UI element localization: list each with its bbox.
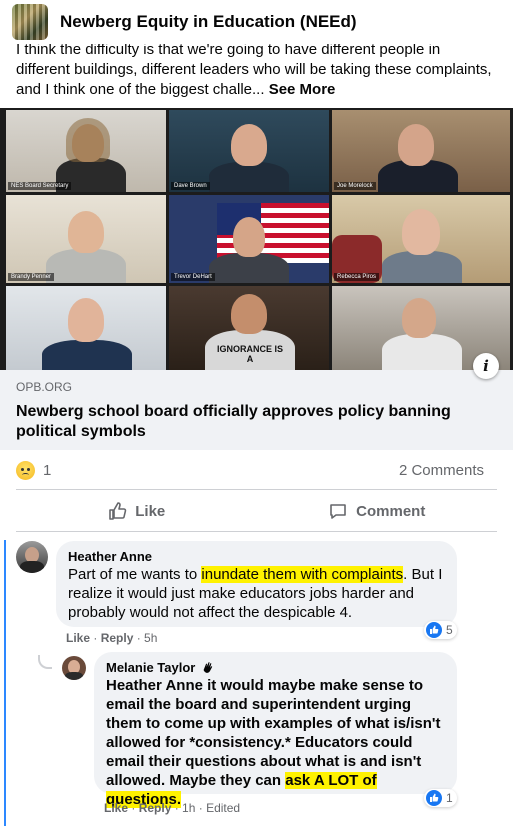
like-icon [426,622,442,638]
video-tile [6,286,166,370]
video-tile: Joe Morelock [332,110,510,192]
comment-like-count: 1 [446,791,453,805]
link-preview-image[interactable]: NES Board Secretary Dave Brown Joe Morel… [0,108,513,379]
link-card[interactable]: OPB.ORG Newberg school board officially … [0,370,513,450]
group-header: Newberg Equity in Education (NEEd) [0,0,513,44]
post-body: I think the difficulty is that we're goi… [16,41,492,98]
video-nameplate: Trevor DeHart [171,273,215,281]
comment-text-part: Part of me wants to [68,566,202,583]
comment-count[interactable]: 2 Comments [399,462,484,479]
shirt-text: IGNORANCE IS A [217,344,284,364]
video-tile: NES Board Secretary [6,110,166,192]
divider [16,531,497,532]
comment-time[interactable]: 1h [182,801,195,815]
video-tile: Brandy Penner [6,195,166,283]
highlighted-text: inundate them with complaints [201,566,404,583]
thumbs-up-icon [109,502,127,520]
video-nameplate: Dave Brown [171,182,210,190]
comment-meta: Like · Reply · 1h · Edited [104,801,241,815]
group-title[interactable]: Newberg Equity in Education (NEEd) [60,12,357,32]
video-nameplate: NES Board Secretary [8,182,72,190]
comment-meta: Like · Reply · 5h [66,631,158,645]
comment-like-link[interactable]: Like [104,801,128,815]
divider [16,489,497,490]
comment-text: Part of me wants to inundate them with c… [68,565,445,622]
see-more-link[interactable]: See More [269,81,336,98]
group-avatar[interactable] [12,4,48,40]
like-icon [426,790,442,806]
video-nameplate: Rebecca Piros [334,273,380,281]
comment-button[interactable]: Comment [257,496,498,526]
post-actions: Like Comment [16,496,497,526]
edited-label[interactable]: Edited [206,801,240,815]
comment-like-badge[interactable]: 5 [424,621,457,639]
comment-like-count: 5 [446,623,453,637]
link-title[interactable]: Newberg school board officially approves… [16,402,497,442]
reaction-count[interactable]: 1 [43,462,51,479]
video-tile: IGNORANCE IS A [169,286,329,370]
avatar[interactable] [62,656,86,680]
video-nameplate: Joe Morelock [334,182,376,190]
thread-indicator [4,540,6,826]
comment-bubble: Heather Anne Part of me wants to inundat… [56,541,457,627]
comment-text: Heather Anne it would maybe make sense t… [106,676,445,809]
like-button[interactable]: Like [16,496,257,526]
comment-reply-link[interactable]: Reply [139,801,172,815]
comment-bubble: Melanie Taylor Heather Anne it would may… [94,652,457,808]
post-text: I think the difficulty is that we're goi… [16,40,496,100]
comment-like-link[interactable]: Like [66,631,90,645]
comment-reply-link[interactable]: Reply [101,631,134,645]
comment-author-row: Melanie Taylor [106,660,445,676]
comment-icon [330,504,346,519]
sad-reaction-icon[interactable] [16,460,35,480]
comment-author[interactable]: Heather Anne [68,549,445,565]
comment-like-badge[interactable]: 1 [424,789,457,807]
video-nameplate: Brandy Penner [8,273,55,281]
waving-hand-icon [204,662,213,673]
mention-link[interactable]: Heather Anne [106,677,203,694]
video-tile: Trevor DeHart [169,195,329,283]
comment-label: Comment [356,502,426,520]
reaction-bar: 1 2 Comments [16,458,484,482]
like-label: Like [135,502,166,520]
video-tile: Dave Brown [169,110,329,192]
comment-time[interactable]: 5h [144,631,157,645]
link-domain: OPB.ORG [16,380,73,394]
comment-author[interactable]: Melanie Taylor [106,660,195,675]
avatar[interactable] [16,541,48,573]
video-tile: Rebecca Piros [332,195,510,283]
reply-connector [38,655,52,669]
info-icon[interactable]: i [473,353,499,379]
